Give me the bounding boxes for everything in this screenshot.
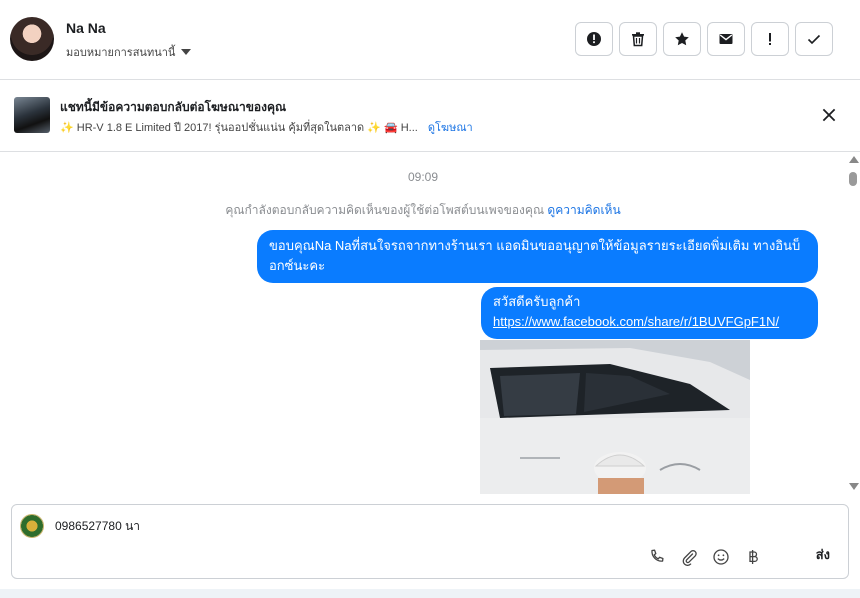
contact-name[interactable]: Na Na bbox=[66, 20, 106, 36]
ad-description: ✨ HR-V 1.8 E Limited ปี 2017! รุ่นออปชั่… bbox=[60, 122, 418, 134]
baht-icon bbox=[749, 550, 758, 564]
ad-banner-subtitle: ✨ HR-V 1.8 E Limited ปี 2017! รุ่นออปชั่… bbox=[60, 118, 473, 136]
view-comment-link[interactable]: ดูความคิดเห็น bbox=[547, 203, 620, 217]
scroll-up-icon[interactable] bbox=[849, 156, 859, 163]
message-text: สวัสดีครับลูกค้า bbox=[493, 294, 581, 309]
message-input[interactable] bbox=[55, 519, 755, 533]
star-button[interactable] bbox=[663, 22, 701, 56]
scrollbar-thumb[interactable] bbox=[849, 172, 857, 186]
message-image[interactable] bbox=[480, 340, 750, 494]
assign-conversation-dropdown[interactable]: มอบหมายการสนทนานี้ bbox=[66, 43, 192, 61]
call-button[interactable] bbox=[648, 548, 666, 566]
spam-button[interactable] bbox=[575, 22, 613, 56]
alert-circle-icon bbox=[587, 32, 601, 46]
message-thread: 09:09 คุณกำลังตอบกลับความคิดเห็นของผู้ใช… bbox=[0, 152, 846, 494]
paperclip-icon bbox=[682, 550, 697, 566]
outgoing-message: ขอบคุณNa Naที่สนใจรถจากทางร้านเรา แอดมิน… bbox=[257, 230, 818, 283]
header-actions bbox=[575, 22, 833, 56]
message-composer: ส่ง bbox=[11, 504, 849, 579]
message-timestamp: 09:09 bbox=[407, 170, 439, 184]
composer-tools bbox=[648, 548, 762, 566]
page-avatar bbox=[20, 514, 44, 538]
trash-icon bbox=[632, 32, 644, 47]
star-icon bbox=[675, 32, 689, 46]
view-ad-link[interactable]: ดูโฆษณา bbox=[428, 122, 473, 134]
emoji-button[interactable] bbox=[712, 548, 730, 566]
assign-label: มอบหมายการสนทนานี้ bbox=[66, 47, 176, 59]
payment-button[interactable] bbox=[744, 548, 762, 566]
mark-done-button[interactable] bbox=[795, 22, 833, 56]
mark-unread-button[interactable] bbox=[707, 22, 745, 56]
ad-thumbnail[interactable] bbox=[14, 97, 50, 133]
bottom-strip bbox=[0, 589, 860, 598]
caret-down-icon bbox=[181, 49, 192, 55]
outgoing-message: สวัสดีครับลูกค้า https://www.facebook.co… bbox=[481, 287, 818, 339]
phone-icon bbox=[651, 549, 664, 562]
scroll-down-icon[interactable] bbox=[849, 483, 859, 490]
mail-icon bbox=[719, 34, 733, 44]
emoji-icon bbox=[713, 549, 729, 565]
car-photo bbox=[480, 340, 750, 494]
ad-banner-title: แชทนี้มีข้อความตอบกลับต่อโฆษณาของคุณ bbox=[60, 100, 287, 114]
conversation-header: Na Na มอบหมายการสนทนานี้ bbox=[0, 0, 860, 80]
close-icon[interactable] bbox=[820, 106, 838, 124]
message-link[interactable]: https://www.facebook.com/share/r/1BUVFGp… bbox=[493, 312, 806, 332]
ad-reply-banner: แชทนี้มีข้อความตอบกลับต่อโฆษณาของคุณ ✨ H… bbox=[0, 80, 860, 152]
check-icon bbox=[807, 34, 821, 45]
attach-button[interactable] bbox=[680, 548, 698, 566]
thread-scrollbar[interactable] bbox=[846, 152, 860, 494]
exclamation-icon bbox=[769, 33, 771, 45]
follow-up-button[interactable] bbox=[751, 22, 789, 56]
comment-reply-notice: คุณกำลังตอบกลับความคิดเห็นของผู้ใช้ต่อโพ… bbox=[0, 201, 846, 220]
contact-avatar[interactable] bbox=[10, 17, 54, 61]
send-button[interactable]: ส่ง bbox=[816, 544, 830, 565]
notice-text: คุณกำลังตอบกลับความคิดเห็นของผู้ใช้ต่อโพ… bbox=[225, 203, 545, 217]
delete-button[interactable] bbox=[619, 22, 657, 56]
